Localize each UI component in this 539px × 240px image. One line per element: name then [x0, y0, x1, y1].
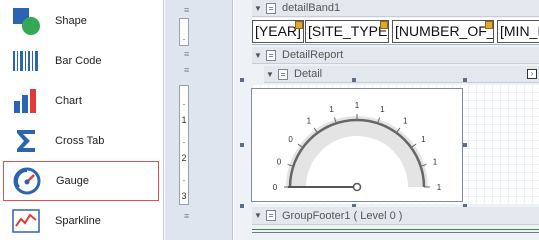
resize-handle[interactable]	[240, 78, 244, 82]
gauge-tick-label: 1	[433, 158, 438, 167]
band-label: detailBand1	[282, 2, 341, 14]
vertical-ruler-strip: ≡ . ≡ ≡ . 1 . 2 . 3 ≡	[165, 0, 233, 240]
gauge-needle-cap	[352, 182, 362, 192]
resize-handle[interactable]	[463, 78, 467, 82]
band-divider-line	[252, 232, 539, 233]
grip-icon[interactable]: ≡	[184, 66, 189, 75]
band-icon	[266, 49, 276, 61]
band-group-footer[interactable]: ▼ GroupFooter1 ( Level 0 )	[252, 207, 539, 225]
collapse-caret-icon[interactable]: ▼	[254, 4, 264, 13]
gauge-tick-label: 0	[277, 158, 282, 167]
toolbox-item-label: Chart	[55, 95, 82, 107]
gauge-tick-label: 1	[329, 105, 334, 114]
toolbox-item-shape[interactable]: Shape	[3, 1, 159, 41]
grip-icon[interactable]: ≡	[184, 50, 189, 59]
band-detail-band[interactable]: ▼ detailBand1	[252, 0, 539, 17]
detail-fields-row: [YEAR] [SITE_TYPE] [NUMBER_OF_ [MIN_I	[252, 18, 539, 45]
group-footer-icon	[266, 210, 276, 221]
field-tag-icon[interactable]	[380, 21, 388, 29]
gauge-control[interactable]: 0 0 0 1 1 1 1 1 1 1 1	[251, 88, 463, 202]
band-label: DetailReport	[282, 49, 344, 61]
shape-icon	[9, 4, 43, 38]
toolbox-item-label: Cross Tab	[55, 135, 105, 147]
sigma-icon	[9, 124, 43, 158]
toolbox-item-label: Bar Code	[55, 55, 102, 67]
band-detail-report[interactable]: ▼ DetailReport	[252, 47, 539, 64]
field-tag-icon[interactable]	[485, 21, 493, 29]
resize-handle[interactable]	[352, 78, 356, 82]
gauge-tick-label: 1	[380, 105, 385, 114]
gauge-tick-label: 1	[355, 101, 360, 110]
chart-icon	[9, 84, 43, 118]
band-divider-line	[252, 229, 539, 230]
toolbox-panel: Shape Bar Code Chart Cross Tab Gauge Spa…	[0, 0, 164, 240]
collapse-caret-icon[interactable]: ▼	[254, 211, 264, 220]
band-icon	[278, 68, 288, 80]
toolbox-item-label: Gauge	[56, 175, 90, 187]
sparkline-icon	[9, 204, 43, 238]
band-label: GroupFooter1 ( Level 0 )	[282, 209, 403, 222]
resize-handle[interactable]	[240, 143, 244, 147]
toolbox-item-label: Shape	[55, 15, 87, 27]
grip-icon[interactable]: ≡	[184, 6, 189, 15]
grip-icon[interactable]: ≡	[184, 212, 189, 221]
collapse-caret-icon[interactable]: ▼	[254, 51, 264, 60]
gauge-tick-label: 1	[403, 117, 408, 126]
toolbox-item-chart[interactable]: Chart	[3, 81, 159, 121]
field-site-type[interactable]: [SITE_TYPE]	[305, 20, 389, 43]
band-icon	[266, 2, 276, 14]
band-detail[interactable]: ▼ Detail ›	[264, 66, 539, 83]
design-surface: ▼ detailBand1 [YEAR] [SITE_TYPE] [NUMBER…	[234, 0, 539, 240]
field-tag-icon[interactable]	[295, 21, 303, 29]
field-year[interactable]: [YEAR]	[252, 20, 304, 43]
ruler-segment-top: .	[179, 18, 189, 46]
toolbox-item-barcode[interactable]: Bar Code	[3, 41, 159, 81]
gauge-tick-label: 0	[288, 135, 293, 144]
gauge-tick-label: 1	[437, 183, 442, 192]
toolbox-item-gauge[interactable]: Gauge	[3, 161, 159, 201]
gauge-tick-label: 0	[273, 183, 278, 192]
gauge-arc	[286, 116, 428, 187]
gauge-tick-label: 1	[307, 117, 312, 126]
barcode-icon	[9, 44, 43, 78]
field-number-of[interactable]: [NUMBER_OF_	[392, 20, 494, 43]
toolbox-item-crosstab[interactable]: Cross Tab	[3, 121, 159, 161]
resize-handle[interactable]	[240, 204, 244, 208]
collapse-caret-icon[interactable]: ▼	[266, 70, 276, 79]
gauge-svg: 0 0 0 1 1 1 1 1 1 1 1	[273, 101, 442, 192]
band-label: Detail	[294, 68, 323, 80]
expand-icon[interactable]: ›	[527, 69, 537, 79]
toolbox-item-sparkline[interactable]: Sparkline	[3, 201, 159, 240]
gauge-icon	[10, 164, 44, 198]
ruler-segment-detail: . 1 . 2 . 3	[179, 85, 189, 205]
toolbox-item-label: Sparkline	[55, 215, 101, 227]
field-min[interactable]: [MIN_I	[497, 20, 539, 43]
gauge-tick-label: 1	[421, 135, 426, 144]
resize-handle[interactable]	[463, 143, 467, 147]
